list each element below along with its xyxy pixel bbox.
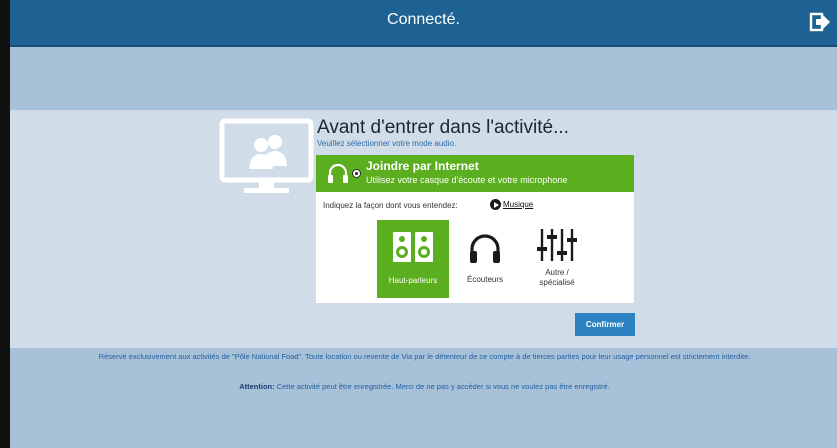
recording-notice: Attention: Cette activité peut être enre…	[22, 382, 827, 391]
headset-icon	[328, 163, 348, 183]
top-bar: Connecté.	[10, 0, 837, 47]
speakers-option[interactable]: Haut-parleurs	[377, 220, 449, 298]
join-internet-title: Joindre par Internet	[366, 159, 479, 173]
footer-band	[10, 348, 837, 448]
hearing-prompt: Indiquez la façon dont vous entendez:	[323, 201, 458, 210]
join-internet-radio[interactable]	[352, 169, 361, 178]
other-label-line2: spécialisé	[539, 278, 575, 287]
play-icon[interactable]	[490, 199, 501, 210]
sliders-icon	[537, 229, 577, 261]
page-title: Avant d'entrer dans l'activité...	[317, 117, 569, 138]
top-band	[10, 47, 837, 110]
join-internet-subtitle: Utilisez votre casque d'écoute et votre …	[366, 175, 568, 185]
speakers-icon	[393, 232, 433, 262]
join-internet-option[interactable]: Joindre par Internet Utilisez votre casq…	[316, 155, 634, 192]
usage-disclaimer: Réservé exclusivement aux activités de "…	[98, 352, 751, 361]
headphones-label: Écouteurs	[466, 275, 504, 284]
headphones-option[interactable]: Écouteurs	[449, 220, 521, 298]
headphones-icon	[470, 234, 500, 263]
monitor-users-icon	[219, 118, 314, 193]
attention-text: Cette activité peut être enregistrée. Me…	[274, 382, 610, 391]
speakers-label: Haut-parleurs	[388, 276, 438, 285]
other-specialized-option[interactable]: Autre / spécialisé	[521, 220, 593, 298]
attention-label: Attention:	[239, 382, 275, 391]
confirm-button[interactable]: Confirmer	[575, 313, 635, 336]
connection-status-title: Connecté.	[387, 11, 460, 28]
other-label-line1: Autre /	[545, 268, 569, 277]
audio-mode-card: Joindre par Internet Utilisez votre casq…	[316, 155, 634, 303]
page-subtitle: Veuillez sélectionner votre mode audio.	[317, 139, 457, 148]
app-screen: Connecté. Avant d'entrer dans l'activité…	[10, 0, 837, 448]
music-test-link[interactable]: Musique	[503, 200, 533, 209]
exit-icon[interactable]	[809, 12, 831, 32]
